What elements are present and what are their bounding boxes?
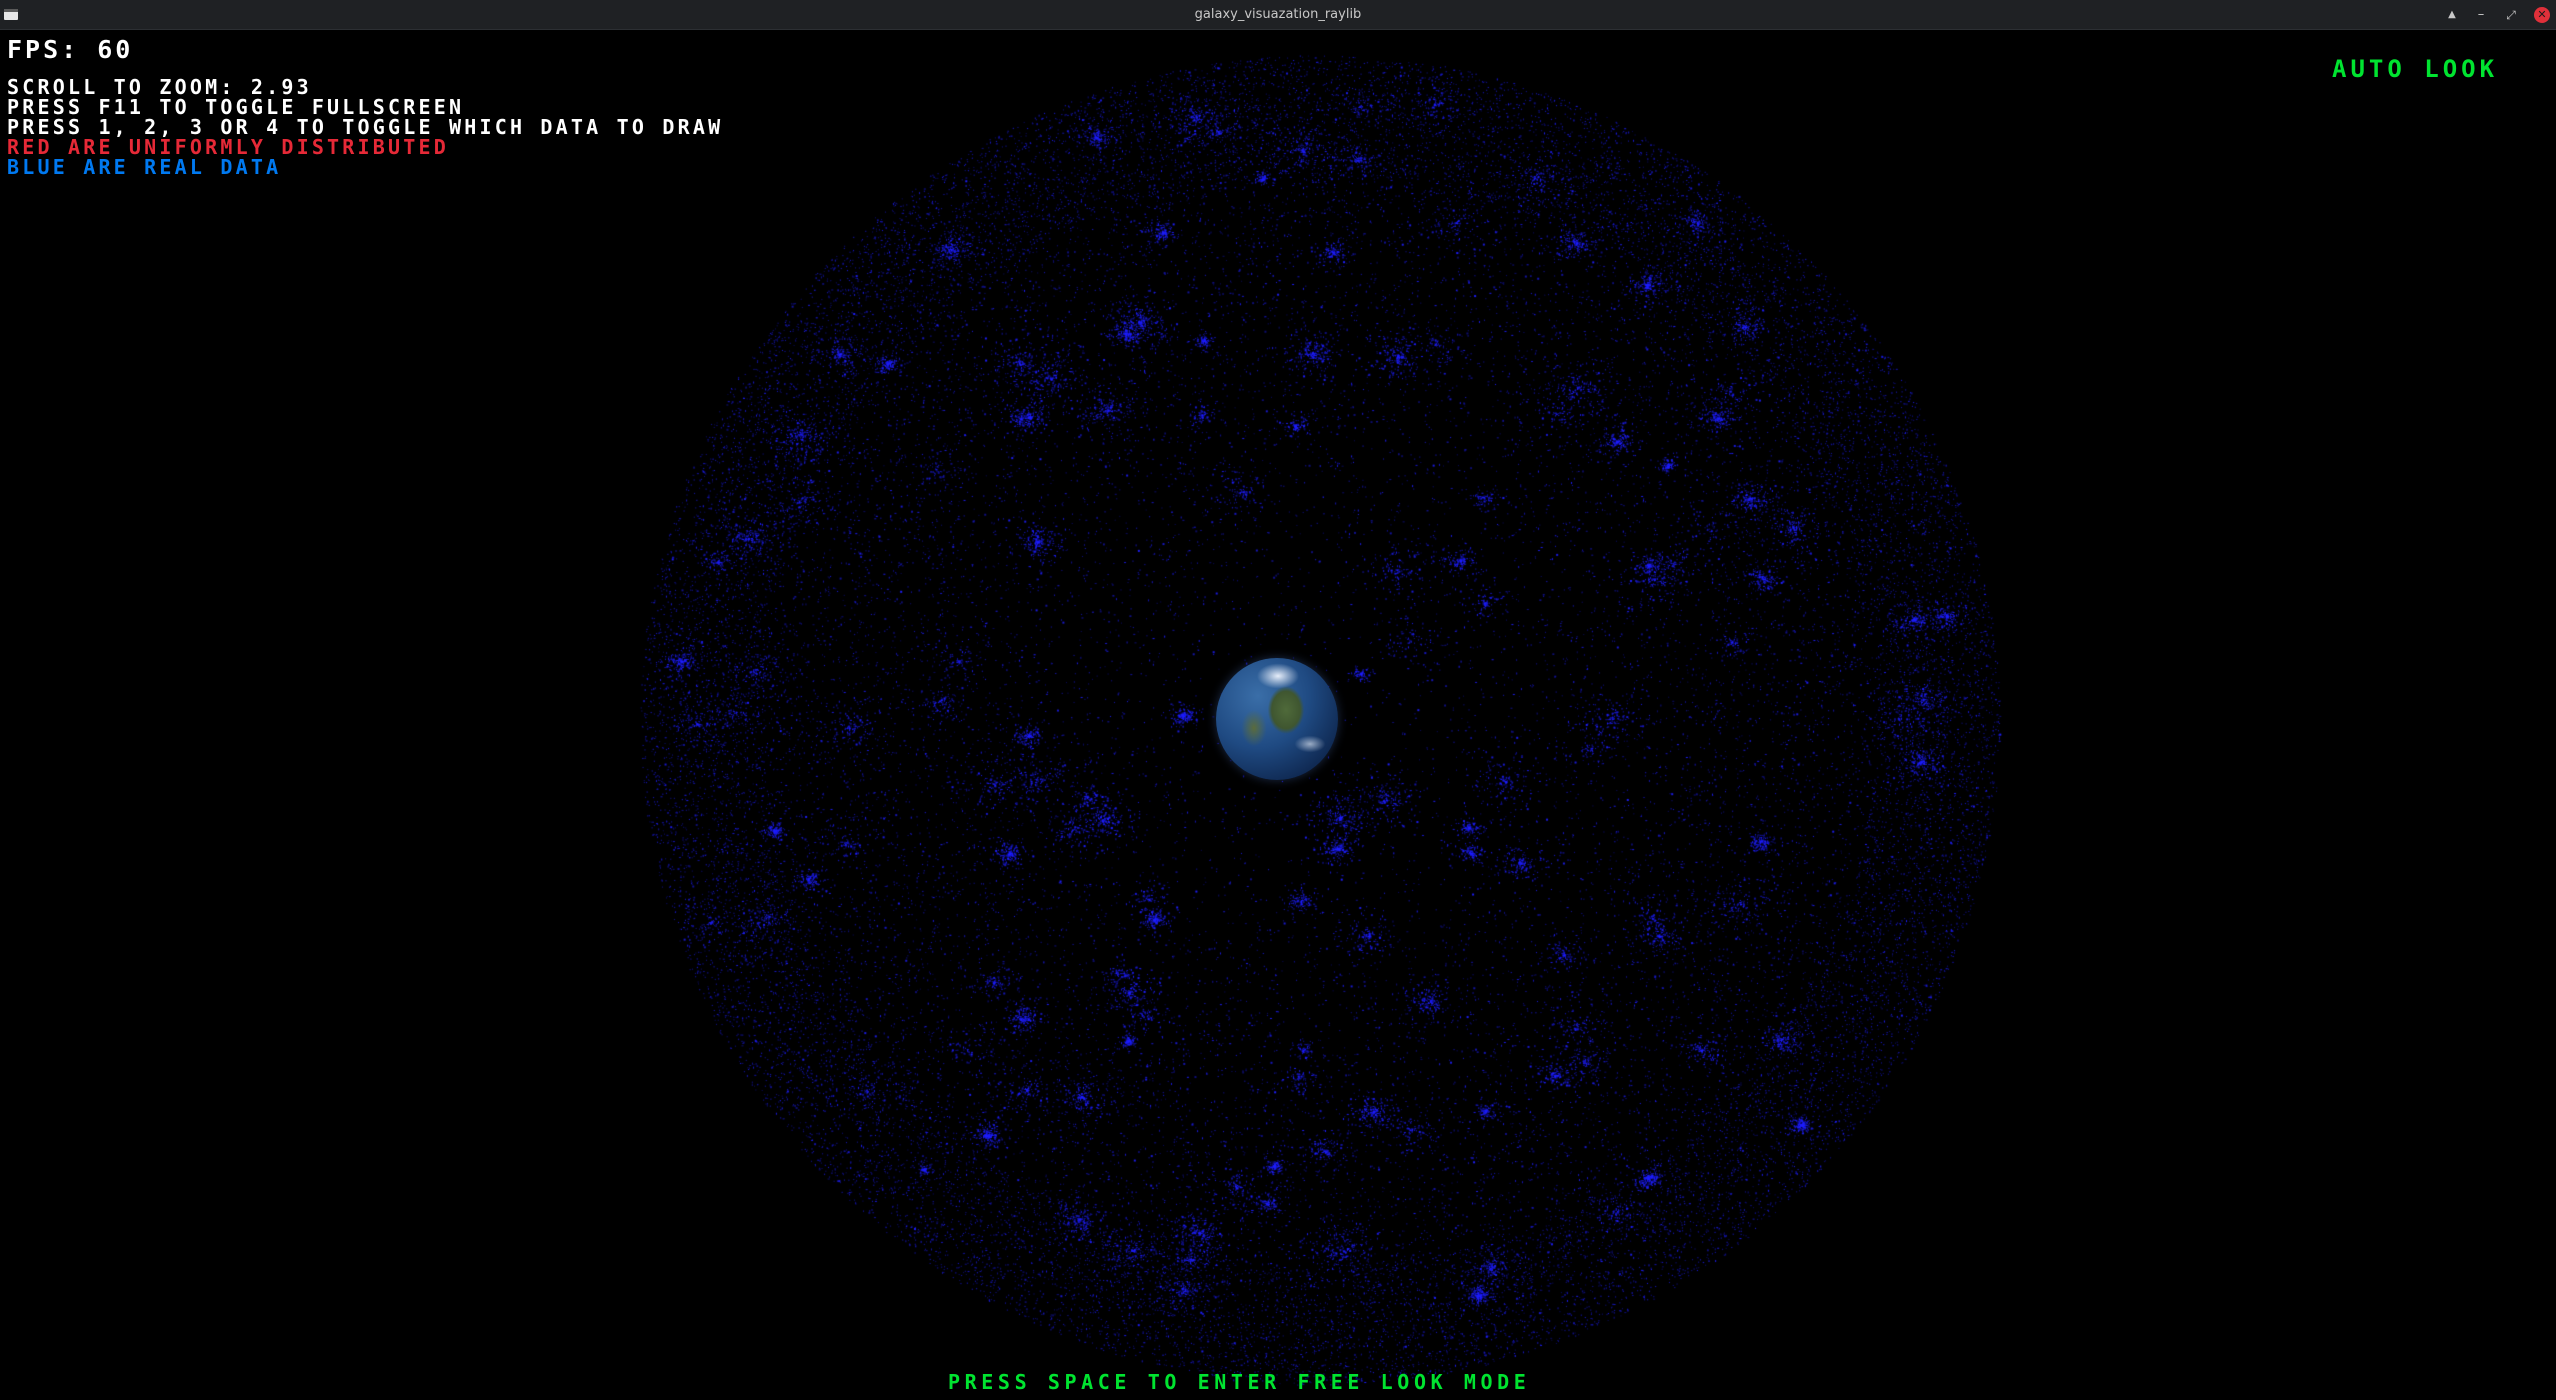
window-title: galaxy_visuazation_raylib [1194, 7, 1362, 22]
free-look-hint: PRESS SPACE TO ENTER FREE LOOK MODE [948, 1370, 1531, 1394]
keep-above-icon[interactable]: ▲ [2443, 6, 2461, 24]
close-icon[interactable]: ✕ [2534, 7, 2550, 23]
camera-mode-label: AUTO LOOK [2332, 55, 2499, 83]
earth-globe-icon [1216, 658, 1338, 780]
blue-legend-text: BLUE ARE REAL DATA [7, 155, 282, 179]
maximize-icon[interactable]: ⤢ [2502, 6, 2520, 24]
render-viewport[interactable] [0, 30, 2556, 1400]
minimize-icon[interactable]: – [2472, 6, 2490, 24]
fps-counter: FPS: 60 [7, 35, 134, 64]
window-titlebar[interactable]: galaxy_visuazation_raylib ▲ – ⤢ ✕ [0, 0, 2556, 30]
